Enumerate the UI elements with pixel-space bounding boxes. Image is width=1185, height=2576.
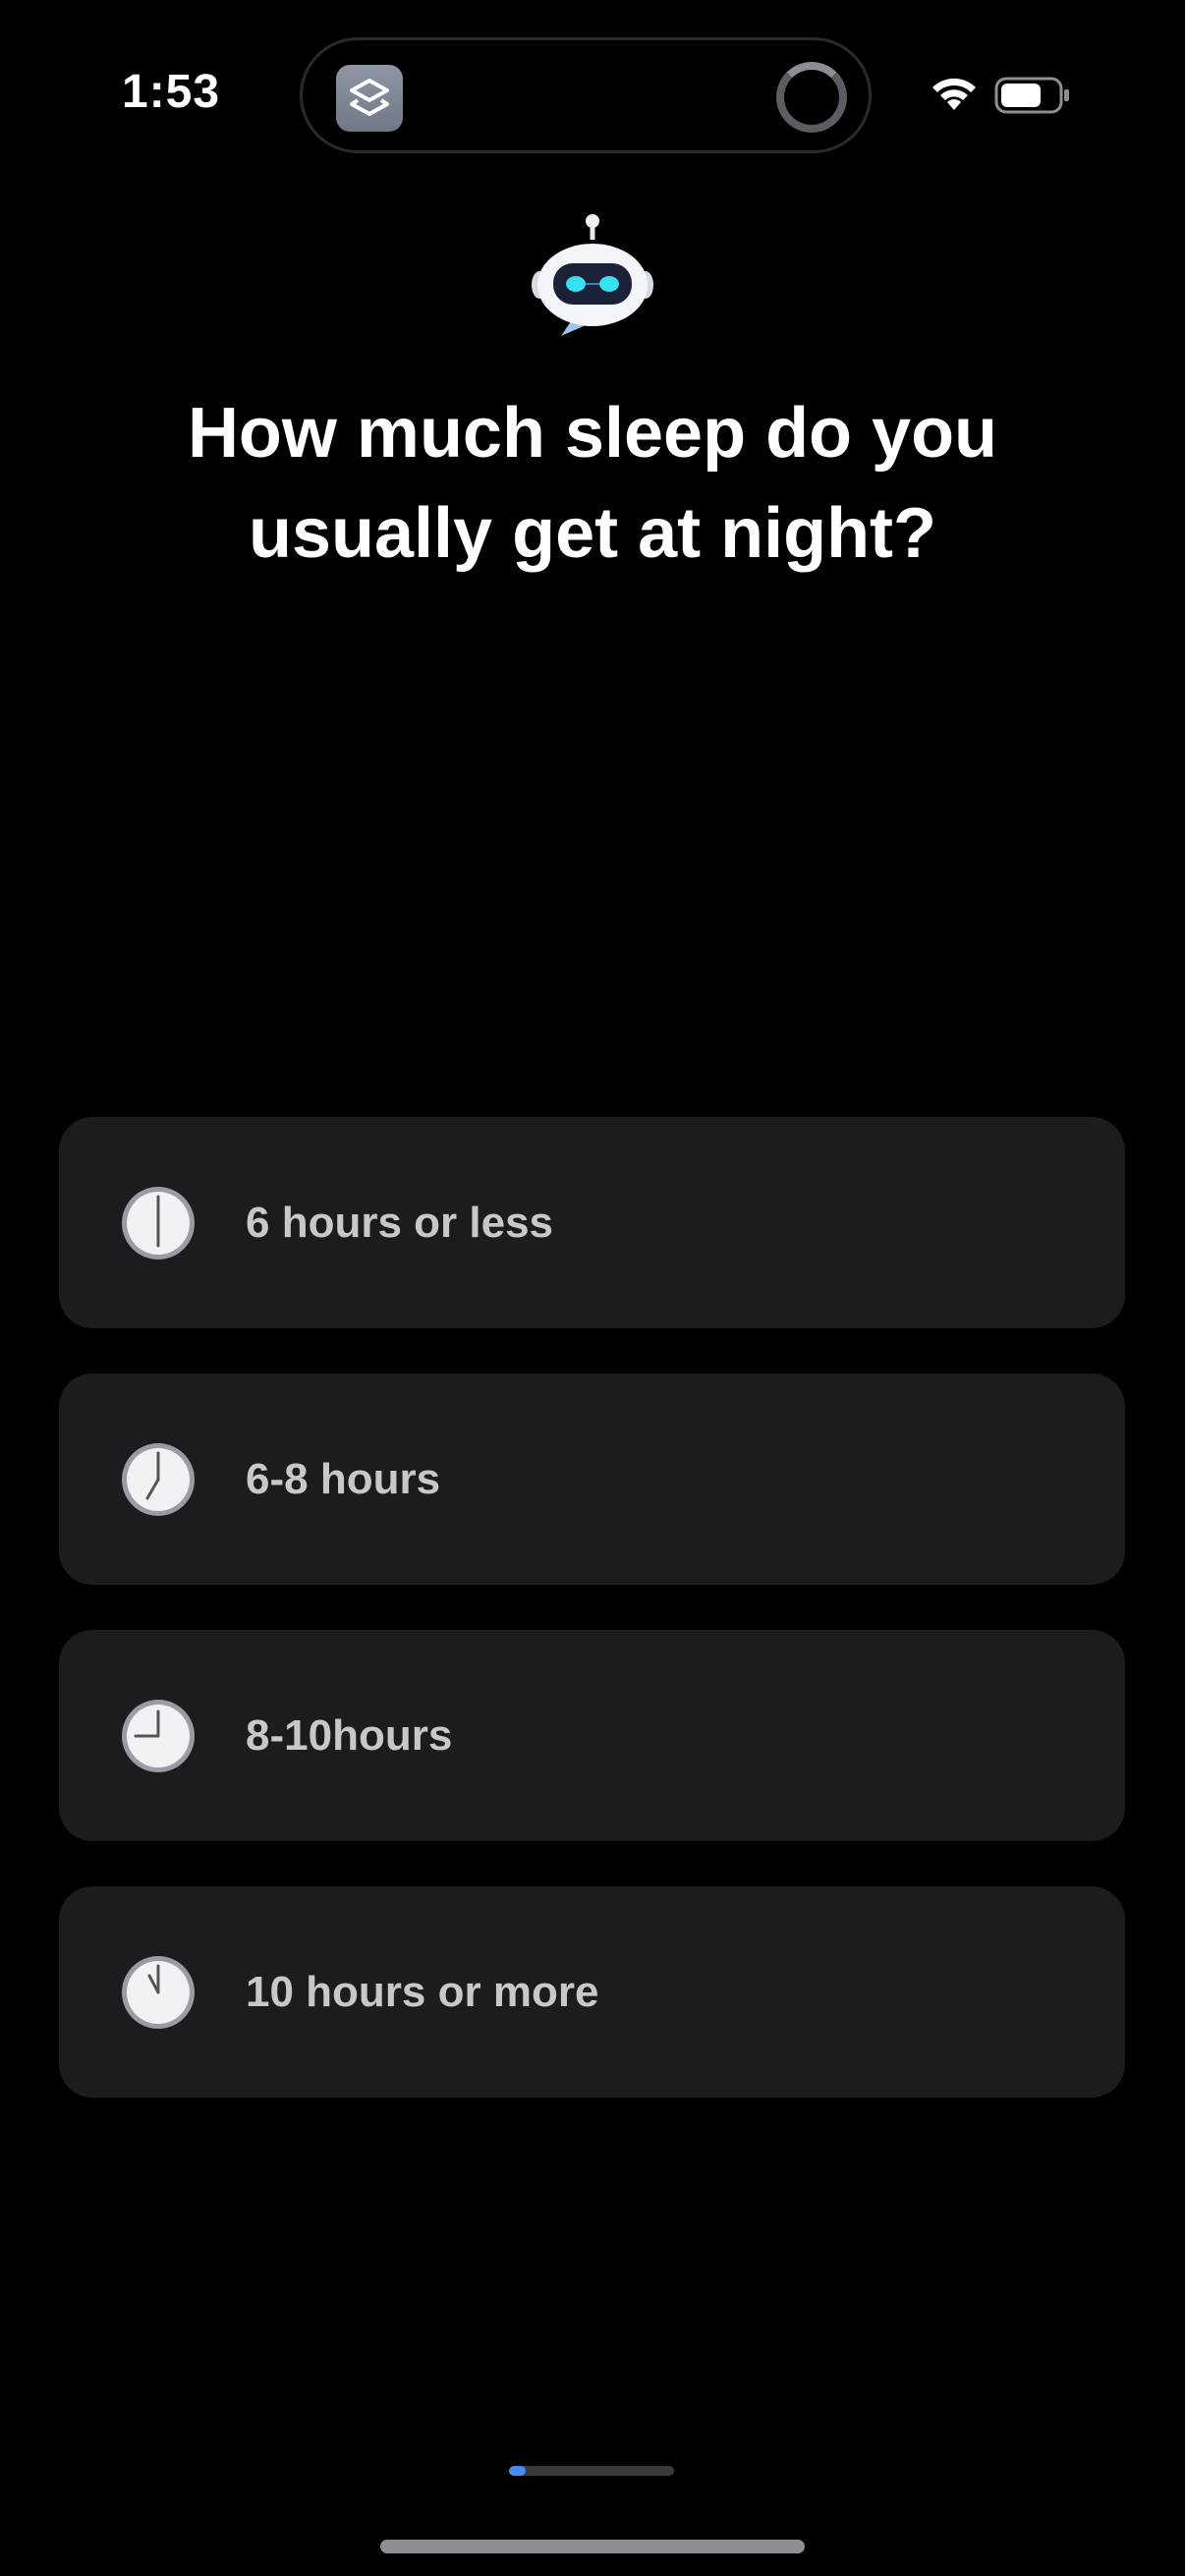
clock-seven-icon <box>122 1442 195 1516</box>
option-6-8-hours[interactable]: 6-8 hours <box>59 1373 1125 1585</box>
option-8-10-hours[interactable]: 8-10hours <box>59 1630 1125 1841</box>
dynamic-island[interactable] <box>300 37 872 153</box>
option-label: 6-8 hours <box>246 1454 441 1503</box>
status-time: 1:53 <box>122 66 221 118</box>
answer-options: 6 hours or less 6-8 hours 8-10hours 10 h… <box>59 1117 1125 2143</box>
onboarding-progress-bar <box>509 2466 674 2476</box>
battery-icon <box>994 77 1069 114</box>
option-10-hours-or-more[interactable]: 10 hours or more <box>59 1886 1125 2098</box>
option-label: 10 hours or more <box>246 1967 599 2016</box>
robot-mascot-icon <box>532 214 653 336</box>
home-indicator[interactable] <box>380 2540 805 2553</box>
screen: 1:53 How much sleep do you usually get a… <box>0 0 1185 2576</box>
question-line-1: How much sleep do you <box>187 394 998 473</box>
option-label: 8-10hours <box>246 1710 453 1760</box>
clock-six-icon <box>122 1186 195 1260</box>
question-line-2: usually get at night? <box>248 494 937 573</box>
option-label: 6 hours or less <box>246 1198 554 1247</box>
question-title: How much sleep do you usually get at nig… <box>59 383 1126 584</box>
progress-fill <box>509 2466 526 2476</box>
wifi-icon <box>932 78 976 110</box>
clock-nine-icon <box>122 1699 195 1772</box>
clock-eleven-icon <box>122 1955 195 2029</box>
option-6-hours-or-less[interactable]: 6 hours or less <box>59 1117 1125 1328</box>
shortcuts-app-icon <box>336 65 403 132</box>
loading-spinner-icon <box>776 62 847 133</box>
